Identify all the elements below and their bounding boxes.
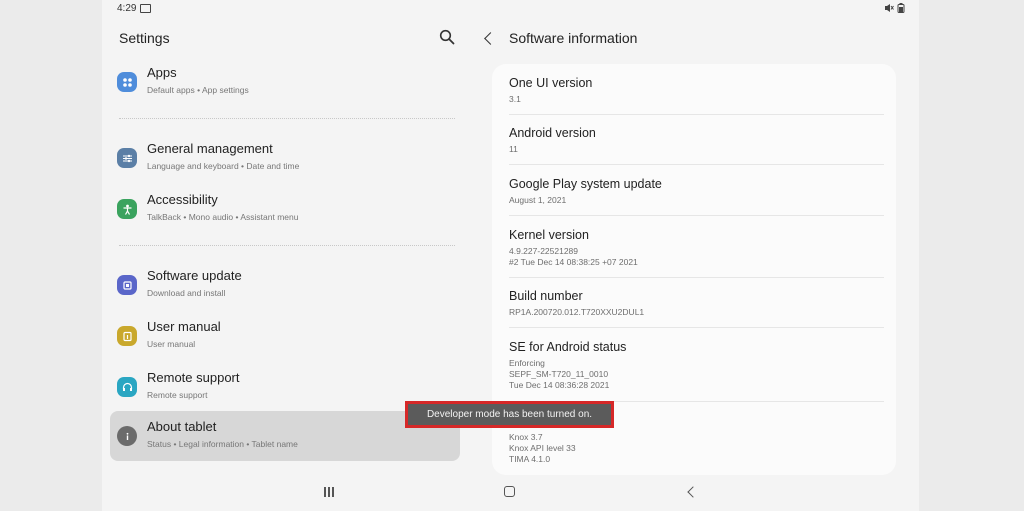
settings-item-software-update[interactable]: Software update Download and install — [110, 260, 460, 310]
settings-title: Settings — [119, 30, 170, 46]
info-google-play-system-update[interactable]: Google Play system update August 1, 2021 — [509, 177, 884, 206]
page-title: Software information — [509, 30, 638, 46]
row-divider — [509, 114, 884, 115]
toast-message: Developer mode has been turned on. — [426, 409, 593, 420]
item-subtitle: Download and install — [147, 288, 226, 298]
info-title: SE for Android status — [509, 340, 627, 354]
info-value: 4.9.227-22521289 — [509, 246, 579, 256]
item-subtitle: Language and keyboard • Date and time — [147, 161, 300, 171]
section-divider — [119, 245, 455, 246]
accessibility-icon — [117, 199, 137, 219]
home-button[interactable] — [504, 486, 515, 497]
gallery-notification-icon — [140, 4, 152, 13]
info-icon — [117, 426, 137, 446]
item-subtitle: Status • Legal information • Tablet name — [147, 439, 298, 449]
info-value: #2 Tue Dec 14 08:38:25 +07 2021 — [509, 257, 638, 267]
user-manual-icon — [117, 326, 137, 346]
mute-icon — [885, 4, 894, 12]
item-subtitle: TalkBack • Mono audio • Assistant menu — [147, 212, 299, 222]
software-info-header: Software information — [484, 30, 638, 46]
info-value: Knox 3.7 — [509, 432, 543, 442]
info-kernel-version[interactable]: Kernel version 4.9.227-22521289 #2 Tue D… — [509, 228, 884, 268]
info-title: One UI version — [509, 76, 593, 90]
info-title: Build number — [509, 289, 583, 303]
info-value-group: Knox 3.7 Knox API level 33 TIMA 4.1.0 — [509, 432, 884, 465]
status-bar: 4:29 — [117, 3, 152, 14]
item-title: Software update — [147, 268, 242, 283]
tablet-screen: 4:29 Settings Apps Default apps • App se… — [102, 0, 919, 511]
section-divider — [119, 118, 455, 119]
row-divider — [509, 277, 884, 278]
info-one-ui-version[interactable]: One UI version 3.1 — [509, 76, 884, 105]
headset-icon — [117, 377, 137, 397]
item-title: Remote support — [147, 370, 240, 385]
info-value-group: 4.9.227-22521289 #2 Tue Dec 14 08:38:25 … — [509, 246, 884, 268]
info-value: August 1, 2021 — [509, 195, 567, 205]
settings-item-user-manual[interactable]: User manual User manual — [110, 311, 460, 361]
navigation-bar — [102, 478, 919, 508]
item-title: General management — [147, 141, 273, 156]
item-subtitle: Remote support — [147, 390, 208, 400]
recents-button[interactable] — [324, 487, 334, 497]
settings-item-general-management[interactable]: General management Language and keyboard… — [110, 133, 460, 183]
info-value: Tue Dec 14 08:36:28 2021 — [509, 380, 610, 390]
developer-mode-toast: Developer mode has been turned on. — [405, 401, 614, 428]
info-title: Google Play system update — [509, 177, 662, 191]
software-update-icon — [117, 275, 137, 295]
battery-icon — [897, 3, 905, 13]
info-se-for-android-status[interactable]: SE for Android status Enforcing SEPF_SM-… — [509, 340, 884, 391]
row-divider — [509, 327, 884, 328]
status-icons — [884, 3, 905, 13]
info-value: Knox API level 33 — [509, 443, 576, 453]
info-build-number[interactable]: Build number RP1A.200720.012.T720XXU2DUL… — [509, 289, 884, 318]
info-value: 11 — [509, 144, 518, 154]
item-title: Apps — [147, 65, 177, 80]
info-title: Android version — [509, 126, 596, 140]
back-icon[interactable] — [484, 31, 497, 45]
sliders-icon — [117, 148, 137, 168]
item-title: User manual — [147, 319, 221, 334]
info-value: 3.1 — [509, 94, 521, 104]
settings-item-apps[interactable]: Apps Default apps • App settings — [110, 57, 460, 107]
row-divider — [509, 215, 884, 216]
info-value: TIMA 4.1.0 — [509, 454, 551, 464]
info-android-version[interactable]: Android version 11 — [509, 126, 884, 155]
item-subtitle: Default apps • App settings — [147, 85, 249, 95]
info-value-group: Enforcing SEPF_SM-T720_11_0010 Tue Dec 1… — [509, 358, 884, 391]
settings-item-accessibility[interactable]: Accessibility TalkBack • Mono audio • As… — [110, 184, 460, 234]
apps-icon — [117, 72, 137, 92]
back-button[interactable] — [687, 486, 699, 498]
info-title: Kernel version — [509, 228, 589, 242]
info-value: SEPF_SM-T720_11_0010 — [509, 369, 609, 379]
item-title: About tablet — [147, 419, 217, 434]
item-subtitle: User manual — [147, 339, 196, 349]
row-divider — [509, 164, 884, 165]
item-title: Accessibility — [147, 192, 218, 207]
status-time: 4:29 — [117, 3, 137, 14]
info-value: Enforcing — [509, 358, 545, 368]
info-value: RP1A.200720.012.T720XXU2DUL1 — [509, 307, 645, 317]
search-icon[interactable] — [439, 29, 455, 45]
